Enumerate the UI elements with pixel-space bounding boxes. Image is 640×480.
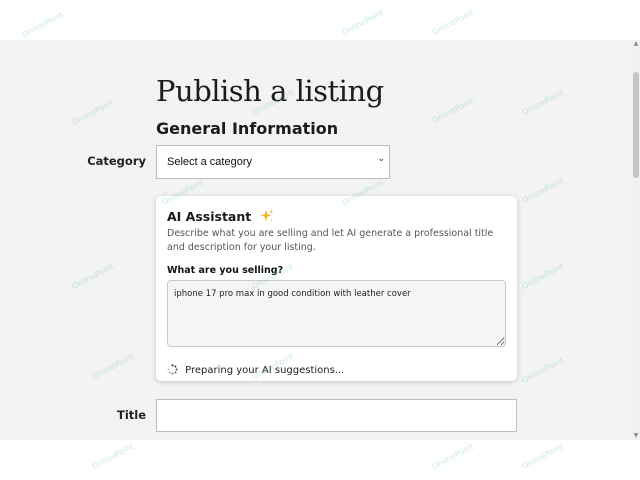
chevron-down-icon: ⌄ [377, 154, 385, 164]
top-margin [0, 0, 640, 40]
category-select-value: Select a category [167, 156, 252, 168]
ai-status-row: Preparing your AI suggestions... [167, 358, 344, 379]
page-title: Publish a listing [156, 74, 384, 108]
scrollbar-thumb[interactable] [633, 72, 639, 178]
page-viewport: Publish a listing General Information Ca… [0, 40, 632, 440]
title-label: Title [116, 408, 146, 422]
ai-assistant-header: AI Assistant [167, 206, 274, 227]
sparkle-icon [260, 208, 274, 227]
section-title: General Information [156, 119, 339, 138]
ai-assistant-title: AI Assistant [167, 209, 252, 224]
vertical-scrollbar[interactable]: ▲ ▼ [632, 40, 640, 440]
ai-assistant-card: AI Assistant Describe what you are selli… [156, 196, 517, 381]
category-select[interactable]: Select a category ⌄ [156, 145, 390, 179]
bottom-margin [0, 440, 640, 480]
title-input[interactable] [156, 399, 517, 432]
ai-assistant-description: Describe what you are selling and let AI… [167, 228, 494, 253]
item-description-label: What are you selling? [167, 265, 284, 276]
scroll-up-icon[interactable]: ▲ [632, 40, 640, 48]
item-description-input[interactable]: iphone 17 pro max in good condition with… [167, 280, 506, 347]
ai-status-text: Preparing your AI suggestions... [185, 365, 345, 376]
scroll-down-icon[interactable]: ▼ [632, 432, 640, 440]
category-label: Category [87, 154, 146, 168]
spinner-icon [167, 360, 178, 379]
